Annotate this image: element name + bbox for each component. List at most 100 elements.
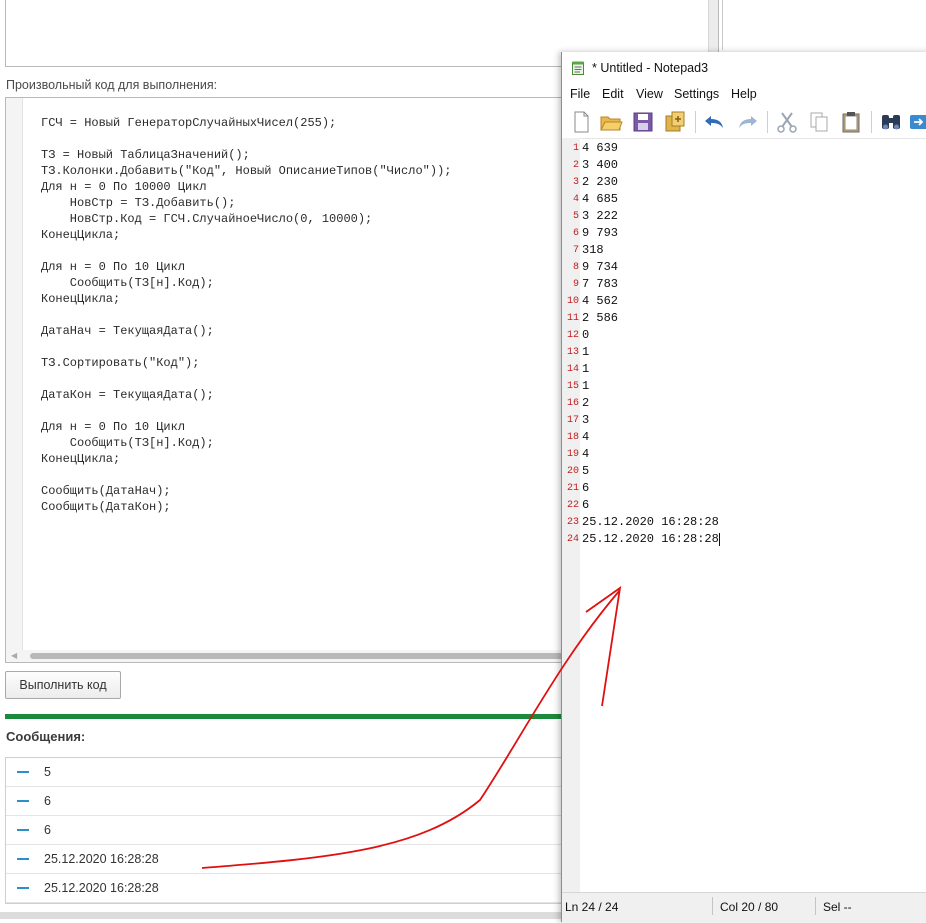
line-number: 15 — [566, 381, 579, 392]
message-row: 25.12.2020 16:28:28 — [6, 874, 606, 903]
line-number: 4 — [572, 194, 579, 205]
editor-line[interactable]: 25.12.2020 16:28:28 — [582, 531, 719, 548]
scrollbar-thumb[interactable] — [30, 653, 570, 659]
editor-line[interactable]: 9 793 — [582, 225, 618, 242]
line-number: 17 — [566, 415, 579, 426]
message-dash-icon — [17, 858, 29, 860]
notepad-statusbar: Ln 24 / 24 Col 20 / 80 Sel -- — [562, 892, 926, 923]
line-number: 7 — [572, 245, 579, 256]
save-icon[interactable] — [630, 109, 656, 135]
editor-line[interactable]: 6 — [582, 480, 589, 497]
editor-line[interactable]: 25.12.2020 16:28:28 — [582, 514, 719, 531]
editor-line[interactable]: 318 — [582, 242, 604, 259]
status-selection: Sel -- — [823, 900, 852, 914]
editor-line[interactable]: 4 — [582, 429, 589, 446]
code-gutter — [6, 98, 23, 662]
menu-view[interactable]: View — [636, 87, 663, 101]
message-text: 25.12.2020 16:28:28 — [44, 881, 159, 895]
editor-line[interactable]: 2 230 — [582, 174, 618, 191]
editor-line[interactable]: 6 — [582, 497, 589, 514]
editor-line[interactable]: 3 400 — [582, 157, 618, 174]
scroll-left-icon[interactable]: ◀ — [11, 650, 17, 662]
save-as-icon[interactable] — [662, 109, 688, 135]
message-dash-icon — [17, 887, 29, 889]
open-folder-icon[interactable] — [598, 109, 624, 135]
editor-line[interactable]: 4 685 — [582, 191, 618, 208]
section-divider — [5, 714, 605, 719]
copy-icon[interactable] — [806, 109, 832, 135]
editor-line[interactable]: 1 — [582, 378, 589, 395]
status-separator — [815, 897, 816, 915]
line-number: 3 — [572, 177, 579, 188]
menu-help[interactable]: Help — [731, 87, 757, 101]
panel-divider — [722, 0, 723, 50]
line-number: 5 — [572, 211, 579, 222]
message-row: 25.12.2020 16:28:28 — [6, 845, 606, 874]
code-label: Произвольный код для выполнения: — [6, 78, 218, 92]
replace-icon[interactable] — [906, 109, 926, 135]
message-dash-icon — [17, 771, 29, 773]
status-column: Col 20 / 80 — [720, 900, 779, 914]
run-code-button[interactable]: Выполнить код — [5, 671, 121, 699]
line-number: 12 — [566, 330, 579, 341]
editor-line[interactable]: 3 222 — [582, 208, 618, 225]
line-number: 2 — [572, 160, 579, 171]
line-number: 19 — [566, 449, 579, 460]
line-number: 16 — [566, 398, 579, 409]
editor-line[interactable]: 1 — [582, 344, 589, 361]
menu-file[interactable]: File — [570, 87, 590, 101]
line-number: 9 — [572, 279, 579, 290]
line-number: 20 — [566, 466, 579, 477]
notepad-editor[interactable]: 14 639 2 3 400 3 2 230 4 4 685 5 3 222 6 9 793 7 318… — [562, 138, 926, 892]
messages-list: 5 6 6 25.12.2020 16:28:28 25.12.2020 16:28:2… — [5, 757, 607, 904]
editor-line[interactable]: 1 — [582, 361, 589, 378]
status-line: Ln 24 / 24 — [565, 900, 619, 914]
line-number: 8 — [572, 262, 579, 273]
undo-icon[interactable] — [702, 109, 728, 135]
paste-icon[interactable] — [838, 109, 864, 135]
cut-icon[interactable] — [774, 109, 800, 135]
editor-line[interactable]: 2 586 — [582, 310, 618, 327]
notepad-window[interactable]: * Untitled - Notepad3 File Edit View Set… — [561, 52, 926, 923]
editor-line[interactable]: 9 734 — [582, 259, 618, 276]
line-number: 14 — [566, 364, 579, 375]
menu-edit[interactable]: Edit — [602, 87, 624, 101]
editor-line[interactable]: 4 — [582, 446, 589, 463]
editor-line[interactable]: 0 — [582, 327, 589, 344]
notepad-title: * Untitled - Notepad3 — [592, 61, 709, 75]
toolbar-separator — [767, 111, 768, 133]
line-number: 1 — [572, 143, 579, 154]
code-text[interactable]: ГСЧ = Новый ГенераторСлучайныхЧисел(255)… — [41, 115, 451, 515]
find-icon[interactable] — [878, 109, 904, 135]
redo-icon[interactable] — [734, 109, 760, 135]
message-text: 5 — [44, 765, 51, 779]
line-number: 6 — [572, 228, 579, 239]
editor-line[interactable]: 2 — [582, 395, 589, 412]
new-file-icon[interactable] — [568, 109, 594, 135]
messages-title: Сообщения: — [6, 729, 86, 744]
editor-line[interactable]: 4 562 — [582, 293, 618, 310]
editor-line[interactable]: 7 783 — [582, 276, 618, 293]
message-row: 5 — [6, 758, 606, 787]
editor-line[interactable]: 4 639 — [582, 140, 618, 157]
line-number: 22 — [566, 500, 579, 511]
message-text: 25.12.2020 16:28:28 — [44, 852, 159, 866]
notepad-menubar: File Edit View Settings Help — [562, 84, 926, 106]
line-number: 13 — [566, 347, 579, 358]
message-text: 6 — [44, 823, 51, 837]
message-text: 6 — [44, 794, 51, 808]
line-number: 21 — [566, 483, 579, 494]
text-caret — [719, 533, 720, 546]
editor-line[interactable]: 3 — [582, 412, 589, 429]
status-separator — [712, 897, 713, 915]
toolbar-separator — [695, 111, 696, 133]
notepad-toolbar — [562, 106, 926, 139]
line-number: 10 — [566, 296, 579, 307]
line-number: 24 — [566, 534, 579, 545]
menu-settings[interactable]: Settings — [674, 87, 719, 101]
notepad-titlebar[interactable]: * Untitled - Notepad3 — [562, 52, 926, 84]
message-row: 6 — [6, 787, 606, 816]
editor-line[interactable]: 5 — [582, 463, 589, 480]
line-number: 18 — [566, 432, 579, 443]
line-number: 23 — [566, 517, 579, 528]
